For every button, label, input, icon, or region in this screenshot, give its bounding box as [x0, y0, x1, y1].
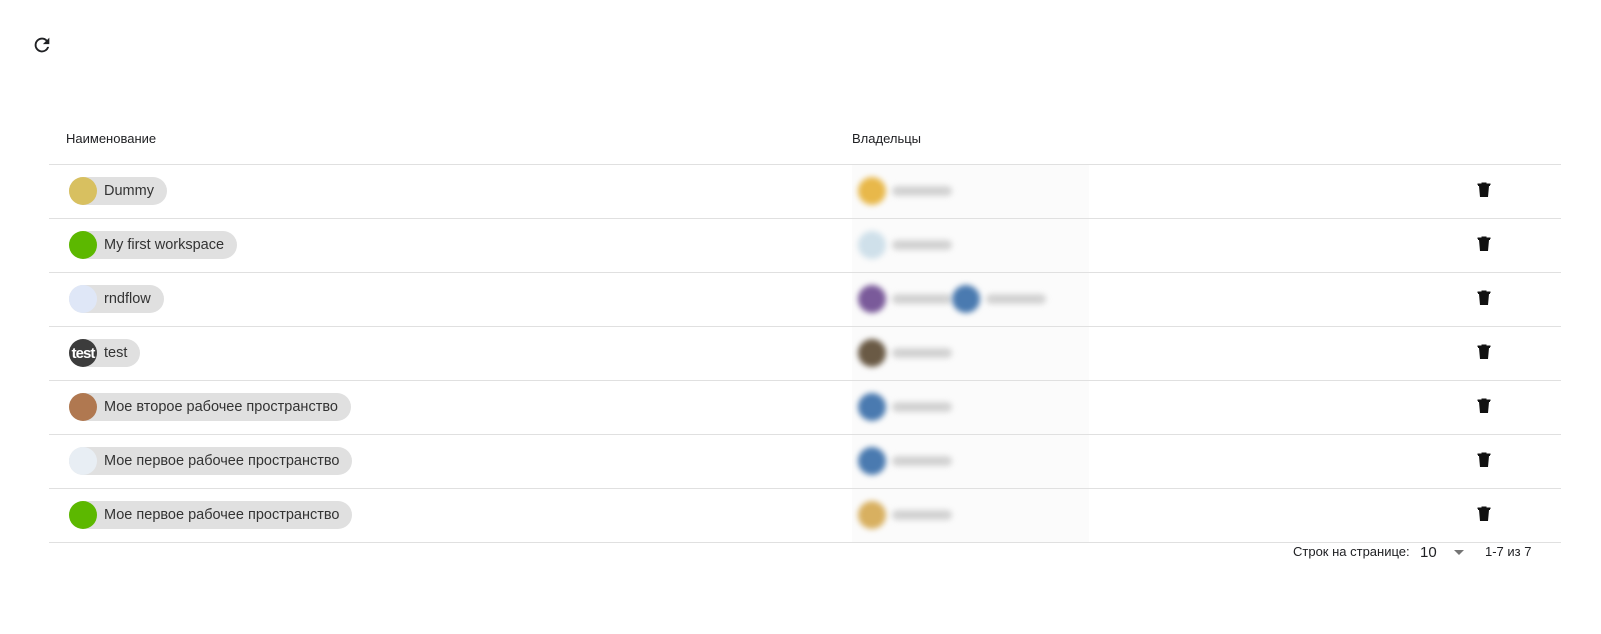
delete-button[interactable]: [1474, 505, 1494, 525]
owner-chip[interactable]: [858, 447, 952, 475]
workspace-avatar: test: [69, 339, 97, 367]
owners-cell: [852, 489, 1089, 542]
owner-name-redacted: [892, 186, 952, 196]
delete-button[interactable]: [1474, 343, 1494, 363]
owner-chip[interactable]: [952, 285, 1046, 313]
owner-avatar: [858, 231, 886, 259]
delete-button[interactable]: [1474, 181, 1494, 201]
column-header-owners[interactable]: Владельцы: [852, 131, 921, 146]
workspace-chip[interactable]: Мое первое рабочее пространство: [69, 447, 353, 475]
owners-cell: [852, 381, 1089, 434]
owner-chip[interactable]: [858, 231, 952, 259]
delete-button[interactable]: [1474, 235, 1494, 255]
trash-icon: [1477, 397, 1491, 418]
table-header: Наименование Владельцы: [49, 112, 1561, 165]
owners-cell: [852, 273, 1089, 326]
owners-cell: [852, 327, 1089, 380]
rows-per-page-select[interactable]: 10: [1420, 540, 1470, 564]
table-row[interactable]: Мое первое рабочее пространство: [49, 435, 1561, 489]
table-footer: Строк на странице: 10 1-7 из 7: [0, 538, 1601, 568]
column-header-name[interactable]: Наименование: [66, 131, 156, 146]
delete-button[interactable]: [1474, 451, 1494, 471]
owner-chip[interactable]: [858, 393, 952, 421]
rows-per-page-value: 10: [1420, 543, 1437, 561]
rows-per-page-label: Строк на странице:: [1293, 544, 1410, 559]
owner-chip[interactable]: [858, 501, 952, 529]
workspaces-table: Наименование Владельцы Dummy My first wor…: [49, 112, 1561, 543]
workspace-name: test: [104, 345, 128, 361]
table-row[interactable]: Мое второе рабочее пространство: [49, 381, 1561, 435]
workspace-chip[interactable]: Мое второе рабочее пространство: [69, 393, 351, 421]
owner-avatar: [858, 393, 886, 421]
owner-name-redacted: [892, 240, 952, 250]
workspace-name: Dummy: [104, 183, 154, 199]
chevron-down-icon: [1454, 550, 1464, 555]
owner-name-redacted: [892, 510, 952, 520]
owners-cell: [852, 435, 1089, 488]
table-row[interactable]: My first workspace: [49, 219, 1561, 273]
workspace-avatar: [69, 501, 97, 529]
owner-chip[interactable]: [858, 285, 952, 313]
workspace-chip[interactable]: Мое первое рабочее пространство: [69, 501, 353, 529]
trash-icon: [1477, 289, 1491, 310]
workspace-chip[interactable]: My first workspace: [69, 231, 238, 259]
table-row[interactable]: Мое первое рабочее пространство: [49, 489, 1561, 543]
owner-avatar: [858, 285, 886, 313]
owner-name-redacted: [892, 402, 952, 412]
workspace-chip[interactable]: test test: [69, 339, 141, 367]
owner-avatar: [858, 501, 886, 529]
workspace-chip[interactable]: rndflow: [69, 285, 164, 313]
workspace-name: Мое второе рабочее пространство: [104, 399, 338, 415]
workspace-name: Мое первое рабочее пространство: [104, 453, 340, 469]
owner-avatar: [858, 447, 886, 475]
owners-cell: [852, 165, 1089, 218]
owner-name-redacted: [892, 456, 952, 466]
owner-name-redacted: [892, 348, 952, 358]
owners-cell: [852, 219, 1089, 272]
table-row[interactable]: Dummy: [49, 165, 1561, 219]
table-row[interactable]: test test: [49, 327, 1561, 381]
trash-icon: [1477, 451, 1491, 472]
workspace-avatar: [69, 231, 97, 259]
refresh-button[interactable]: [30, 33, 54, 57]
owner-chip[interactable]: [858, 339, 952, 367]
workspace-avatar-text: test: [71, 344, 96, 362]
delete-button[interactable]: [1474, 397, 1494, 417]
trash-icon: [1477, 181, 1491, 202]
owner-avatar: [858, 177, 886, 205]
workspace-name: Мое первое рабочее пространство: [104, 507, 340, 523]
refresh-icon: [34, 37, 50, 53]
workspace-avatar: [69, 447, 97, 475]
owner-avatar: [858, 339, 886, 367]
trash-icon: [1477, 505, 1491, 526]
owner-chip[interactable]: [858, 177, 952, 205]
owner-name-redacted: [986, 294, 1046, 304]
workspace-avatar: [69, 285, 97, 313]
workspace-name: My first workspace: [104, 237, 225, 253]
workspace-avatar: [69, 393, 97, 421]
owner-avatar: [952, 285, 980, 313]
workspace-chip[interactable]: Dummy: [69, 177, 167, 205]
owner-name-redacted: [892, 294, 952, 304]
trash-icon: [1477, 235, 1491, 256]
workspace-name: rndflow: [104, 291, 151, 307]
table-row[interactable]: rndflow: [49, 273, 1561, 327]
delete-button[interactable]: [1474, 289, 1494, 309]
trash-icon: [1477, 343, 1491, 364]
workspace-avatar: [69, 177, 97, 205]
pagination-range: 1-7 из 7: [1485, 544, 1532, 559]
